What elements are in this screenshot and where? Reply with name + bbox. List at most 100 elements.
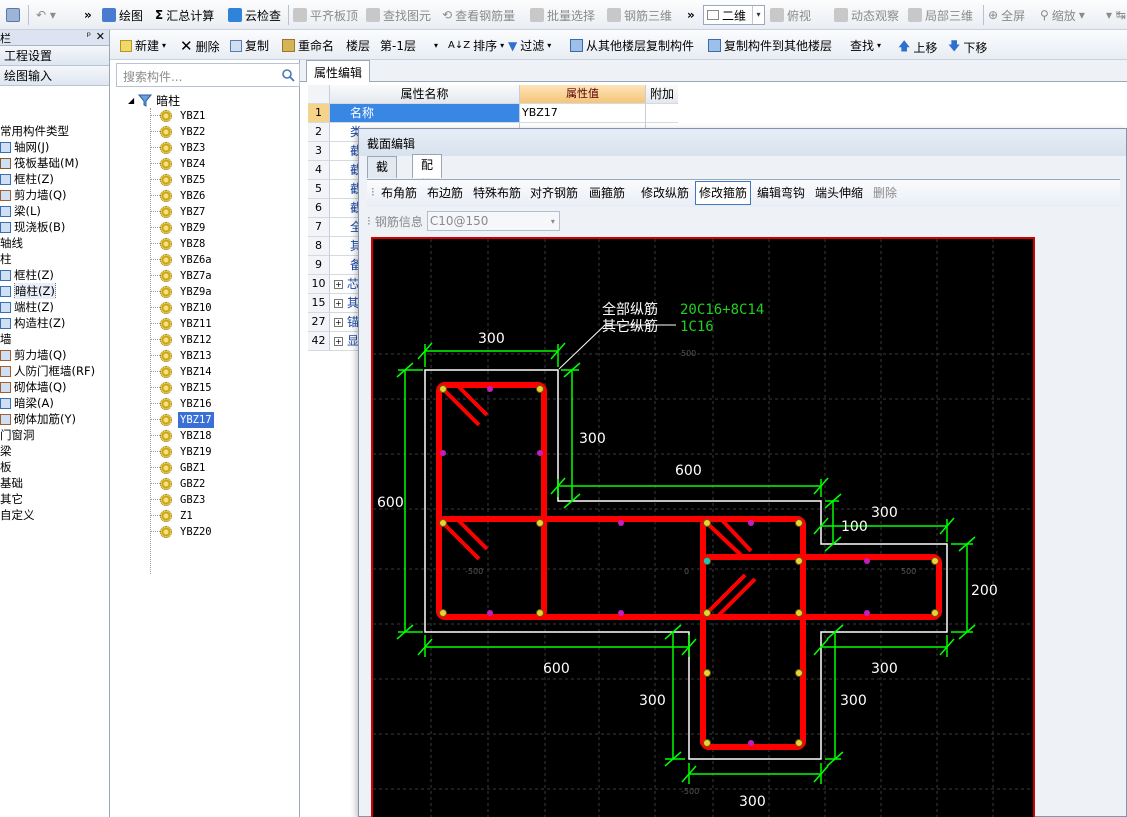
- copy-from-other-floor-button[interactable]: 从其他楼层复制构件: [570, 37, 694, 54]
- batch-select-button[interactable]: 批量选择: [530, 6, 595, 24]
- component-search-input[interactable]: 搜索构件...: [116, 63, 300, 87]
- find-element-button[interactable]: 查找图元: [366, 6, 431, 24]
- component-item[interactable]: YBZ11: [110, 316, 300, 332]
- component-item[interactable]: YBZ8: [110, 236, 300, 252]
- nav-tree-item[interactable]: 剪力墙(Q): [0, 187, 110, 203]
- nav-tree-item[interactable]: 现浇板(B): [0, 219, 110, 235]
- nav-tree-item[interactable]: 框柱(Z): [0, 267, 110, 283]
- close-icon[interactable]: ✕: [96, 30, 105, 43]
- component-item[interactable]: YBZ18: [110, 428, 300, 444]
- tab-property-edit[interactable]: 属性编辑: [306, 60, 371, 82]
- delete-button[interactable]: ✕ 删除: [180, 37, 220, 55]
- filter-button[interactable]: ▼ 过滤 ▾: [508, 37, 551, 54]
- nav-tree-item[interactable]: 梁: [0, 443, 110, 459]
- overflow-chevron-icon-2[interactable]: »: [687, 6, 695, 24]
- nav-tree-item[interactable]: 轴线: [0, 235, 110, 251]
- nav-tree-item[interactable]: 筏板基础(M): [0, 155, 110, 171]
- draw-button[interactable]: 绘图: [102, 6, 143, 24]
- nav-tree-item[interactable]: 砌体加筋(Y): [0, 411, 110, 427]
- fullscreen-button[interactable]: ⊕ 全屏: [988, 6, 1025, 24]
- expand-icon[interactable]: +: [334, 318, 343, 327]
- dynamic-observe-button[interactable]: 动态观察: [834, 6, 899, 24]
- move-up-button[interactable]: 🡅 上移: [898, 37, 937, 58]
- nav-tree-item[interactable]: 暗柱(Z): [0, 283, 110, 299]
- nav-tree-item[interactable]: 轴网(J): [0, 139, 110, 155]
- nav-tree-item[interactable]: 端柱(Z): [0, 299, 110, 315]
- undo-button[interactable]: ↶ ▾: [36, 6, 56, 24]
- sort-button[interactable]: A↓Z 排序 ▾: [448, 37, 504, 54]
- tab-section[interactable]: 截面: [367, 156, 398, 194]
- section-drawing-canvas[interactable]: 500 -500 0 500 -500 全部纵筋 20C16+8C14 其它纵筋…: [371, 237, 1035, 817]
- nav-tree-item[interactable]: 门窗洞: [0, 427, 110, 443]
- component-item[interactable]: YBZ6a: [110, 252, 300, 268]
- nav-tree-item[interactable]: 常用构件类型: [0, 123, 110, 139]
- component-item[interactable]: YBZ2: [110, 124, 300, 140]
- nav-tree-item[interactable]: 砌体墙(Q): [0, 379, 110, 395]
- more-tools-icon[interactable]: ▾ ↹: [1106, 6, 1126, 24]
- view-rebar-qty-button[interactable]: ⟲ 查看钢筋量: [442, 6, 515, 24]
- component-item[interactable]: YBZ7a: [110, 268, 300, 284]
- tab-reinforcement[interactable]: 配筋: [412, 154, 443, 192]
- top-view-button[interactable]: 俯视: [770, 6, 811, 24]
- delete-rebar-button[interactable]: 删除: [873, 180, 897, 206]
- project-settings-button[interactable]: 工程设置: [0, 46, 109, 66]
- component-item[interactable]: YBZ5: [110, 172, 300, 188]
- component-item[interactable]: YBZ16: [110, 396, 300, 412]
- special-bar-button[interactable]: 特殊布筋: [473, 180, 521, 206]
- save-button[interactable]: [6, 6, 20, 24]
- view-mode-select[interactable]: 二维 ▾: [703, 5, 765, 25]
- overflow-chevron-icon[interactable]: »: [84, 6, 92, 24]
- rebar-info-select[interactable]: C10@150 ▾: [426, 211, 560, 231]
- end-stretch-button[interactable]: 端头伸缩: [815, 180, 863, 206]
- edit-long-bar-button[interactable]: 修改纵筋: [641, 180, 689, 206]
- tree-root-anzhu[interactable]: ◢ 暗柱: [128, 92, 180, 108]
- nav-tree-item[interactable]: 梁(L): [0, 203, 110, 219]
- summary-calc-button[interactable]: Σ 汇总计算: [155, 6, 214, 24]
- search-icon[interactable]: [281, 68, 295, 82]
- nav-tree-item[interactable]: 其它: [0, 491, 110, 507]
- pin-icon[interactable]: ᵖ: [87, 31, 91, 42]
- drawing-input-button[interactable]: 绘图输入: [0, 66, 109, 86]
- component-item[interactable]: YBZ7: [110, 204, 300, 220]
- corner-bar-button[interactable]: 布角筋: [381, 180, 417, 206]
- component-item[interactable]: YBZ15: [110, 380, 300, 396]
- component-item[interactable]: YBZ19: [110, 444, 300, 460]
- align-bar-button[interactable]: 对齐钢筋: [530, 180, 578, 206]
- property-row[interactable]: 1 名称 YBZ17: [308, 104, 678, 123]
- expand-icon[interactable]: +: [334, 299, 343, 308]
- edit-stirrup-button[interactable]: 修改箍筋: [695, 181, 752, 205]
- nav-tree-item[interactable]: 暗梁(A): [0, 395, 110, 411]
- nav-tree-item[interactable]: 剪力墙(Q): [0, 347, 110, 363]
- component-item[interactable]: YBZ3: [110, 140, 300, 156]
- edit-hook-button[interactable]: 编辑弯钩: [757, 180, 805, 206]
- edge-bar-button[interactable]: 布边筋: [427, 180, 463, 206]
- zoom-button[interactable]: ⚲ 缩放 ▾: [1040, 6, 1085, 24]
- floor-select[interactable]: 第-1层 ▾: [376, 35, 438, 55]
- component-item[interactable]: YBZ9: [110, 220, 300, 236]
- new-button[interactable]: 新建 ▾: [120, 37, 166, 54]
- component-item[interactable]: YBZ12: [110, 332, 300, 348]
- component-item[interactable]: YBZ6: [110, 188, 300, 204]
- component-item[interactable]: YBZ17: [110, 412, 300, 428]
- component-item[interactable]: YBZ14: [110, 364, 300, 380]
- component-item[interactable]: YBZ4: [110, 156, 300, 172]
- copy-button[interactable]: 复制: [230, 37, 269, 54]
- flat-slab-top-button[interactable]: 平齐板顶: [293, 6, 358, 24]
- nav-tree-item[interactable]: 柱: [0, 251, 110, 267]
- nav-tree-item[interactable]: 构造柱(Z): [0, 315, 110, 331]
- nav-tree-item[interactable]: 基础: [0, 475, 110, 491]
- component-item[interactable]: GBZ2: [110, 476, 300, 492]
- component-item[interactable]: GBZ3: [110, 492, 300, 508]
- nav-tree-item[interactable]: 自定义: [0, 507, 110, 523]
- collapse-triangle-icon[interactable]: ◢: [128, 96, 134, 105]
- nav-tree-item[interactable]: 框柱(Z): [0, 171, 110, 187]
- nav-tree-item[interactable]: 墙: [0, 331, 110, 347]
- component-item[interactable]: YBZ1: [110, 108, 300, 124]
- component-item[interactable]: YBZ20: [110, 524, 300, 540]
- move-down-button[interactable]: 🡇 下移: [948, 37, 987, 58]
- component-item[interactable]: Z1: [110, 508, 300, 524]
- section-drawing[interactable]: 500 -500 0 500 -500 全部纵筋 20C16+8C14 其它纵筋…: [373, 239, 1035, 817]
- nav-tree-item[interactable]: 板: [0, 459, 110, 475]
- rebar-3d-button[interactable]: 钢筋三维: [607, 6, 672, 24]
- component-item[interactable]: YBZ9a: [110, 284, 300, 300]
